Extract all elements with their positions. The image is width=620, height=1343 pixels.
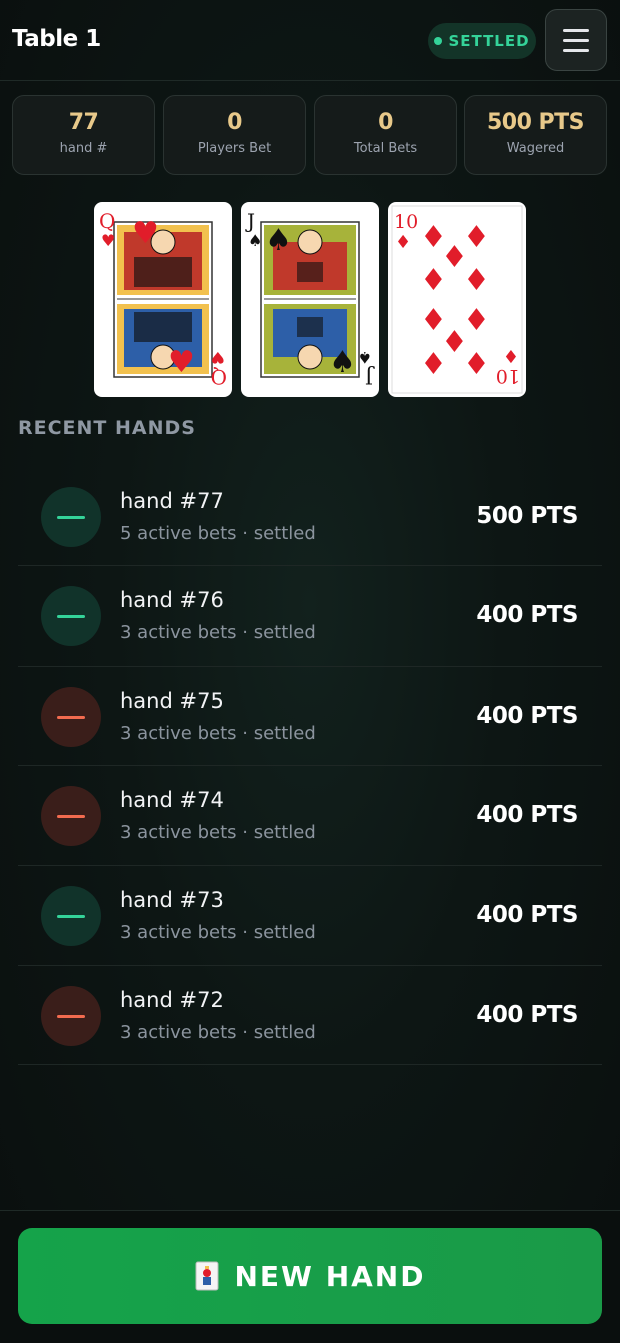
svg-text:♠: ♠ — [358, 348, 372, 367]
stat-value: 0 — [227, 110, 242, 135]
hand-subtitle: 3 active bets · settled — [120, 1022, 316, 1043]
svg-text:♦: ♦ — [463, 347, 490, 382]
hand-amount: 400 PTS — [476, 802, 578, 828]
hand-amount: 400 PTS — [476, 1002, 578, 1028]
list-item[interactable]: hand #77 5 active bets · settled 500 PTS — [18, 467, 602, 566]
hand-title: hand #72 — [120, 988, 224, 1012]
list-item[interactable]: hand #76 3 active bets · settled 400 PTS — [18, 566, 602, 667]
result-indicator-icon — [41, 687, 101, 747]
svg-text:♦: ♦ — [420, 263, 447, 298]
stat-value: 0 — [378, 110, 393, 135]
stat-label: Wagered — [506, 141, 565, 156]
playing-card-ten-diamonds: ♦ ♦ ♦ ♦ ♦ ♦ ♦ ♦ ♦ ♦ 10 ♦ 10 ♦ — [388, 202, 526, 397]
new-hand-button[interactable]: NEW HAND — [18, 1228, 602, 1324]
card-rank: 10 — [394, 211, 418, 233]
stat-value: 77 — [68, 110, 99, 135]
card-suit-symbol: ♥ — [132, 216, 159, 251]
stat-wagered: 500 PTS Wagered — [464, 95, 607, 175]
hand-title: hand #74 — [120, 788, 224, 812]
hand-subtitle: 3 active bets · settled — [120, 723, 316, 744]
svg-text:10: 10 — [496, 365, 520, 387]
list-item[interactable]: hand #73 3 active bets · settled 400 PTS — [18, 866, 602, 966]
card-rank: Q — [99, 209, 115, 233]
svg-text:♠: ♠ — [248, 231, 262, 250]
svg-text:♦: ♦ — [463, 263, 490, 298]
svg-text:J: J — [365, 365, 375, 389]
result-indicator-icon — [41, 487, 101, 547]
stat-label: Total Bets — [353, 141, 418, 156]
card-suit-symbol: ♦ — [395, 232, 411, 253]
card-suit-symbol: ♠ — [265, 223, 292, 258]
page-title: Table 1 — [12, 26, 101, 52]
result-indicator-icon — [41, 586, 101, 646]
stat-hand-number: 77 hand # — [12, 95, 155, 175]
menu-button[interactable] — [545, 9, 607, 71]
list-item[interactable]: hand #72 3 active bets · settled 400 PTS — [18, 966, 602, 1065]
status-dot-icon — [434, 37, 443, 45]
svg-text:♥: ♥ — [168, 345, 195, 380]
hand-amount: 400 PTS — [476, 902, 578, 928]
svg-text:♥: ♥ — [211, 348, 225, 367]
recent-hands-list: hand #77 5 active bets · settled 500 PTS… — [18, 467, 602, 1065]
hand-amount: 500 PTS — [476, 503, 578, 529]
hand-subtitle: 5 active bets · settled — [120, 523, 316, 544]
hamburger-menu-icon — [563, 28, 589, 32]
stat-label: Players Bet — [197, 141, 272, 156]
status-badge: SETTLED — [428, 23, 536, 59]
list-item[interactable]: hand #74 3 active bets · settled 400 PTS — [18, 766, 602, 866]
status-label: SETTLED — [448, 32, 530, 50]
hand-amount: 400 PTS — [476, 703, 578, 729]
stat-value: 500 PTS — [486, 110, 585, 135]
svg-text:♦: ♦ — [420, 347, 447, 382]
recent-hands-heading: RECENT HANDS — [18, 417, 196, 439]
card-rank: J — [245, 209, 255, 233]
playing-card-jack-spades: ♠ ♠ J ♠ J ♠ — [241, 202, 379, 397]
svg-text:♥: ♥ — [101, 231, 115, 250]
result-indicator-icon — [41, 986, 101, 1046]
svg-text:♦: ♦ — [503, 345, 519, 366]
new-hand-label: NEW HAND — [234, 1259, 426, 1293]
joker-card-icon — [195, 1261, 218, 1291]
stat-label: hand # — [59, 141, 108, 156]
hand-title: hand #76 — [120, 588, 224, 612]
result-indicator-icon — [41, 786, 101, 846]
hand-subtitle: 3 active bets · settled — [120, 622, 316, 643]
svg-text:♠: ♠ — [329, 345, 356, 380]
stat-total-bets: 0 Total Bets — [314, 95, 457, 175]
list-item[interactable]: hand #75 3 active bets · settled 400 PTS — [18, 667, 602, 766]
hand-amount: 400 PTS — [476, 602, 578, 628]
svg-text:Q: Q — [211, 365, 227, 389]
hand-title: hand #73 — [120, 888, 224, 912]
hand-subtitle: 3 active bets · settled — [120, 922, 316, 943]
hand-title: hand #77 — [120, 489, 224, 513]
top-bar: Table 1 SETTLED — [0, 0, 620, 81]
playing-card-queen-hearts: ♥ ♥ Q ♥ Q ♥ — [94, 202, 232, 397]
stat-players-bet: 0 Players Bet — [163, 95, 306, 175]
result-indicator-icon — [41, 886, 101, 946]
hand-subtitle: 3 active bets · settled — [120, 822, 316, 843]
hand-title: hand #75 — [120, 689, 224, 713]
